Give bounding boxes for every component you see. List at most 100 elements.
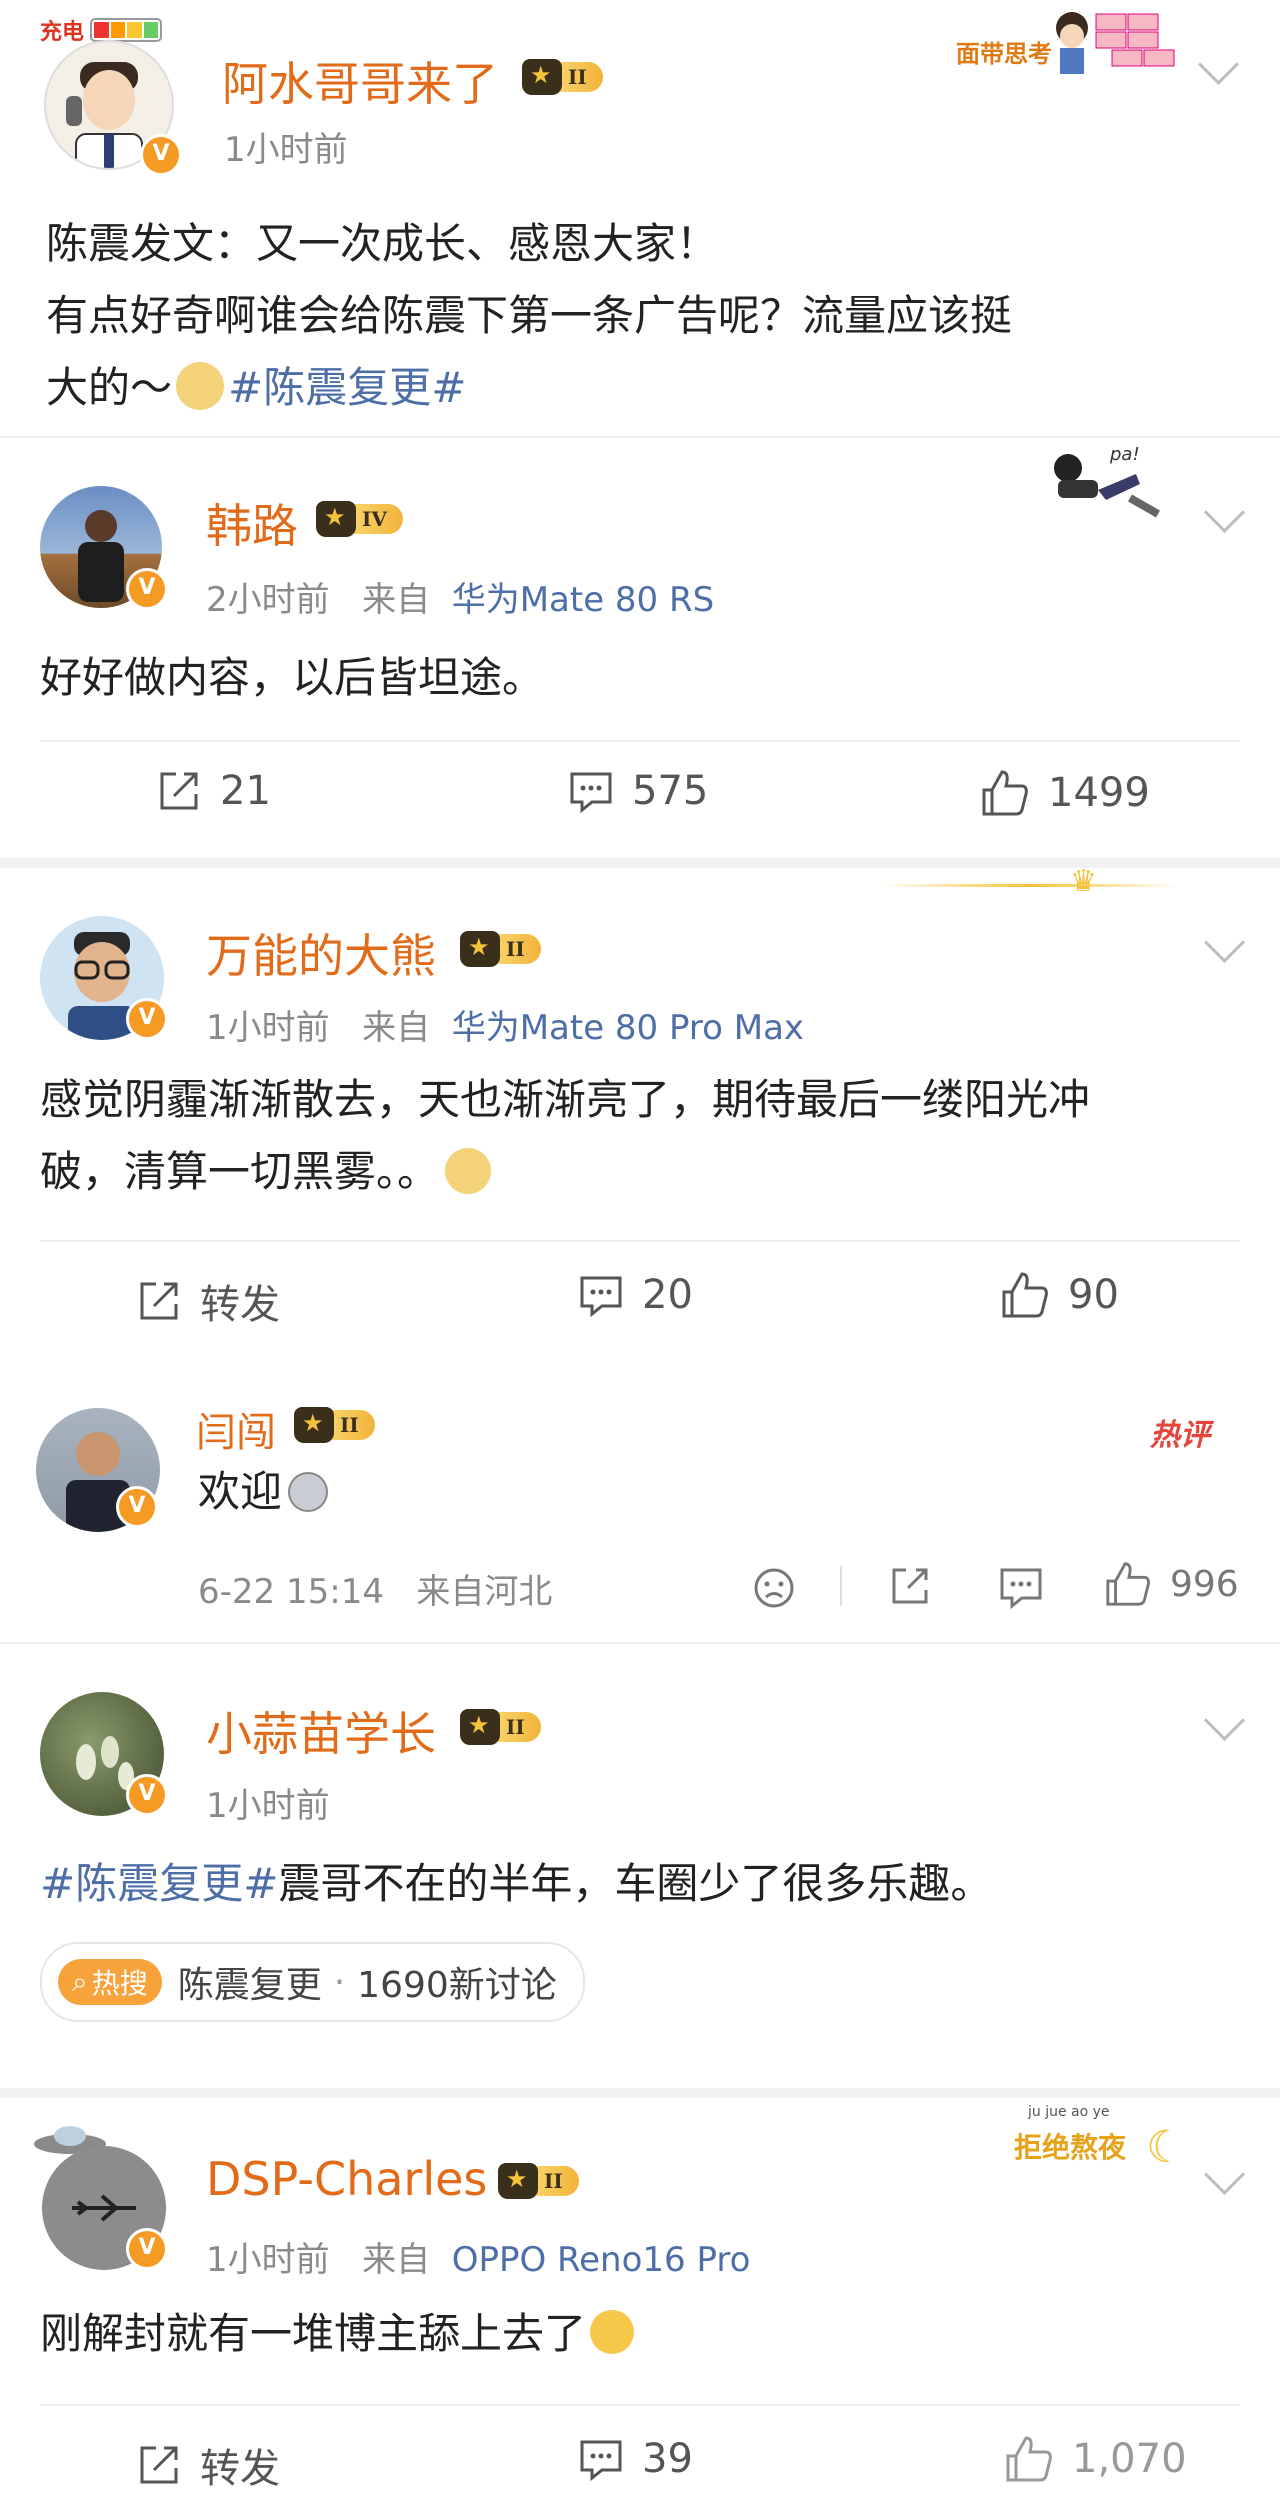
hashtag-link[interactable]: #陈震复更#	[228, 363, 466, 412]
repost-icon	[140, 2446, 178, 2484]
level-crown-badge[interactable]: II	[498, 2162, 579, 2200]
sticker-subtext: ju jue ao ye	[1028, 2104, 1110, 2120]
post-card-charles: V DSP-Charles II 1小时前 来自 OPPO Reno16 Pro…	[0, 2098, 1280, 2518]
main-post: 充电 V 阿水哥哥来了 II 1小时前 面带思考	[0, 0, 1280, 436]
comment-icon	[580, 2440, 622, 2482]
like-count: 1,070	[1072, 2436, 1187, 2482]
thumbs-up-icon	[982, 770, 1028, 816]
like-button[interactable]: 90	[1000, 1270, 1119, 1320]
crown-icon	[498, 2163, 538, 2199]
level-crown-badge[interactable]: II	[460, 1708, 541, 1746]
small-crown-icon: ♛	[1070, 864, 1097, 899]
post-content: 陈震发文：又一次成长、感恩大家！ 有点好奇啊谁会给陈震下第一条广告呢？流量应该挺…	[46, 208, 1246, 424]
level-crown-badge[interactable]: II	[522, 58, 603, 96]
crown-icon	[294, 1407, 334, 1443]
post-content: 感觉阴霾渐渐散去，天也渐渐亮了，期待最后一缕阳光冲 破，清算一切黑雾。。	[40, 1064, 1260, 1208]
post-time: 1小时前	[206, 2240, 330, 2280]
comment-count: 20	[642, 1272, 693, 1318]
author-name[interactable]: 闫闯	[196, 1400, 276, 1458]
moon-icon: ☾	[1146, 2122, 1186, 2173]
verified-badge-icon: V	[126, 1774, 168, 1816]
like-count: 996	[1170, 1563, 1239, 1605]
section-separator	[0, 2088, 1280, 2098]
dot-separator: ·	[333, 1961, 346, 2003]
author-name[interactable]: 阿水哥哥来了	[222, 48, 498, 114]
like-count: 90	[1068, 1272, 1119, 1318]
post-card-hanlu: V 韩路 IV 2小时前 来自 华为Mate 80 RS pa! 好好做内容，以…	[0, 438, 1280, 858]
device-link[interactable]: OPPO Reno16 Pro	[452, 2240, 751, 2280]
content-line: 陈震发文：又一次成长、感恩大家！	[46, 219, 719, 268]
comment-count: 575	[632, 768, 709, 814]
verified-badge-icon: V	[140, 134, 182, 176]
device-link[interactable]: 华为Mate 80 Pro Max	[452, 1008, 804, 1048]
author-name[interactable]: 韩路	[206, 490, 298, 556]
hot-comment: V 闫闯 II 热评 欢迎 6-22 15:14 来自河北 996	[0, 1376, 1280, 1642]
post-meta: 2小时前 来自 华为Mate 80 RS	[206, 572, 714, 621]
comment-content: 欢迎	[198, 1456, 329, 1528]
comment-location: 来自河北	[416, 1572, 553, 1612]
level-crown-badge[interactable]: IV	[316, 500, 403, 538]
post-meta: 1小时前 来自 OPPO Reno16 Pro	[206, 2232, 750, 2281]
hashtag-link[interactable]: #陈震复更#	[40, 1859, 278, 1908]
post-time: 1小时前	[206, 1008, 330, 1048]
comment-button[interactable]: 39	[578, 2436, 693, 2482]
doge-emoji-icon	[176, 362, 225, 410]
divider	[40, 1240, 1240, 1242]
post-time: 1小时前	[206, 1786, 330, 1826]
vertical-divider	[840, 1566, 842, 1606]
author-name[interactable]: 万能的大熊	[206, 920, 436, 986]
author-name[interactable]: DSP-Charles	[206, 2152, 487, 2206]
no-late-night-sticker: ju jue ao ye 拒绝熬夜 ☾	[1010, 2104, 1200, 2184]
like-button[interactable]: 1499	[980, 768, 1150, 818]
post-card-suanmiao: V 小蒜苗学长 II 1小时前 #陈震复更#震哥不在的半年，车圈少了很多乐趣。 …	[0, 1644, 1280, 2064]
share-icon[interactable]	[888, 1564, 932, 1608]
gold-crown-decoration: ♛	[880, 864, 1180, 908]
hot-comment-badge: 热评	[1150, 1418, 1210, 1453]
verified-badge-icon: V	[126, 998, 168, 1040]
sticker-text: pa!	[1110, 444, 1140, 465]
post-content: 好好做内容，以后皆坦途。	[40, 653, 545, 702]
thumbs-up-icon	[1002, 1272, 1048, 1318]
money-pile-icon	[1056, 12, 1175, 74]
repost-button[interactable]: 转发	[136, 1272, 280, 1330]
content-line-last: 大的～ #陈震复更#	[46, 362, 467, 412]
chevron-down-icon[interactable]	[1197, 43, 1240, 86]
repost-button[interactable]: 21	[156, 768, 271, 814]
divider	[40, 2404, 1240, 2406]
author-name[interactable]: 小蒜苗学长	[206, 1698, 436, 1764]
like-count: 1499	[1048, 770, 1150, 816]
content-line: 感觉阴霾渐渐散去，天也渐渐亮了，期待最后一缕阳光冲	[40, 1075, 1091, 1124]
level-crown-badge[interactable]: II	[460, 930, 541, 968]
repost-button[interactable]: 转发	[136, 2436, 280, 2494]
reply-comment-icon[interactable]	[998, 1564, 1044, 1610]
level-crown-badge[interactable]: II	[294, 1406, 375, 1444]
post-card-daxiong: ♛ V 万能的大熊 II 1小时前 来自 华为Mate 80 Pro Max 感…	[0, 864, 1280, 1376]
content-line: 有点好奇啊谁会给陈震下第一条广告呢？流量应该挺	[46, 291, 1013, 340]
hot-topic-card[interactable]: ⌕ 热搜 陈震复更 · 1690新讨论	[40, 1942, 585, 2022]
verified-badge-icon: V	[126, 568, 168, 610]
chevron-down-icon[interactable]	[1203, 921, 1246, 964]
comment-time: 6-22 15:14	[198, 1572, 384, 1612]
search-icon: ⌕	[72, 1965, 88, 1998]
comment-button[interactable]: 20	[578, 1272, 693, 1318]
from-label: 来自	[362, 1008, 431, 1048]
dislike-face-icon[interactable]	[752, 1566, 796, 1610]
topic-name: 陈震复更	[177, 1965, 322, 2006]
repost-icon	[160, 772, 198, 810]
repost-count: 21	[220, 768, 271, 814]
content-line-last: 破，清算一切黑雾。。	[40, 1136, 1260, 1208]
repost-label: 转发	[200, 2446, 280, 2492]
chevron-down-icon[interactable]	[1203, 491, 1246, 534]
repost-icon	[140, 1282, 178, 1320]
doge-emoji-icon	[445, 1148, 492, 1194]
like-button[interactable]: 996	[1104, 1560, 1239, 1608]
post-content: 刚解封就有一堆博主舔上去了	[40, 2298, 635, 2370]
device-link[interactable]: 华为Mate 80 RS	[452, 580, 715, 620]
chevron-down-icon[interactable]	[1203, 2153, 1246, 2196]
charging-label: 充电	[40, 20, 85, 45]
like-button[interactable]: 1,070	[1004, 2434, 1187, 2484]
post-content: #陈震复更#震哥不在的半年，车圈少了很多乐趣。	[40, 1859, 993, 1908]
comment-button[interactable]: 575	[568, 768, 708, 814]
post-time: 1小时前	[224, 130, 348, 170]
chevron-down-icon[interactable]	[1203, 1699, 1246, 1742]
